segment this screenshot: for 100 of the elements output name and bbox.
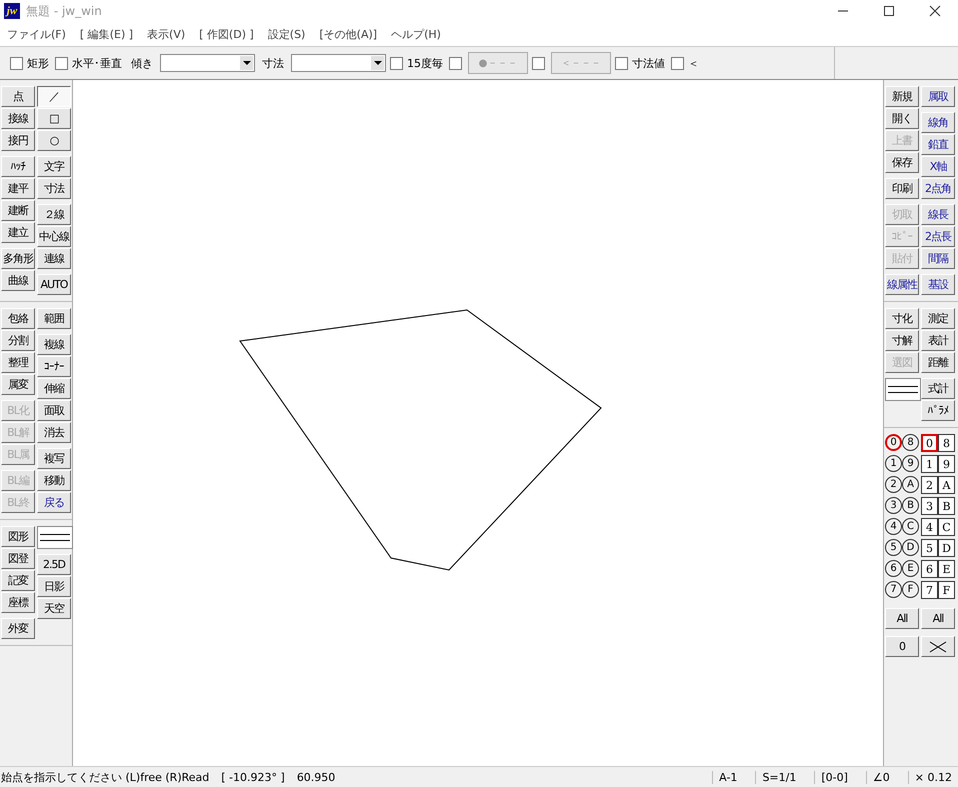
group-zero-button[interactable]: 0	[885, 636, 919, 657]
layer-group-button[interactable]: A	[902, 476, 919, 493]
menu-item[interactable]: 表示(V)	[140, 26, 192, 42]
rotation-readout[interactable]: ∠0	[866, 770, 896, 784]
tool-button[interactable]: 整理	[1, 352, 35, 373]
tool-button[interactable]: 寸化	[885, 308, 919, 329]
tool-button[interactable]: 寸解	[885, 330, 919, 351]
layer-group-button[interactable]: 2	[885, 476, 902, 493]
layer-button[interactable]: E	[938, 560, 955, 578]
all-groups-button[interactable]: All	[885, 608, 919, 629]
tool-button[interactable]: 消去	[37, 422, 71, 443]
layer-group-button[interactable]: B	[902, 497, 919, 514]
tool-button[interactable]: 建断	[1, 200, 35, 221]
tool-button[interactable]: 線長	[921, 204, 955, 225]
tool-button[interactable]: 接線	[1, 108, 35, 129]
layer-group-button[interactable]: 8	[902, 434, 919, 451]
tool-button[interactable]: 戻る	[37, 492, 71, 513]
layer-button[interactable]: C	[938, 518, 955, 536]
layer-button[interactable]: 7	[921, 581, 938, 599]
tool-button[interactable]: 範囲	[37, 308, 71, 329]
tool-button[interactable]: 分割	[1, 330, 35, 351]
layer-button[interactable]: F	[938, 581, 955, 599]
tool-button[interactable]: ○	[37, 130, 71, 151]
tool-button[interactable]: ２線	[37, 204, 71, 225]
tool-button[interactable]: 線角	[921, 112, 955, 133]
tool-button[interactable]: 伸縮	[37, 378, 71, 399]
menu-item[interactable]: 設定(S)	[260, 26, 312, 42]
menu-item[interactable]: ヘルプ(H)	[384, 26, 448, 42]
tool-button[interactable]: 式計	[921, 378, 955, 399]
layer-button[interactable]: B	[938, 497, 955, 515]
tool-button[interactable]: 記変	[1, 570, 35, 591]
layer-button[interactable]: 5	[921, 539, 938, 557]
menu-item[interactable]: [ 作図(D) ]	[192, 26, 261, 42]
tool-button[interactable]: 2点長	[921, 226, 955, 247]
maximize-icon[interactable]	[883, 5, 895, 17]
layer-group-button[interactable]: 4	[885, 518, 902, 535]
menu-item[interactable]: ファイル(F)	[0, 26, 73, 42]
tool-button[interactable]: 間隔	[921, 248, 955, 269]
tool-button[interactable]: 多角形	[1, 248, 35, 269]
paper-size[interactable]: A-1	[712, 770, 744, 784]
tool-button[interactable]: 図形	[1, 526, 35, 547]
tool-button[interactable]: 文字	[37, 156, 71, 177]
layer-group-button[interactable]: 0	[885, 434, 902, 451]
line-style-swatch[interactable]	[885, 378, 921, 401]
tool-button[interactable]: 建立	[1, 222, 35, 243]
checkbox[interactable]	[390, 56, 403, 70]
layer-group-button[interactable]: 7	[885, 581, 902, 598]
checkbox[interactable]	[532, 56, 545, 70]
layer-group-button[interactable]: 9	[902, 455, 919, 472]
scale-readout[interactable]: S=1/1	[755, 770, 802, 784]
tool-button[interactable]: 表計	[921, 330, 955, 351]
tool-button[interactable]: □	[37, 108, 71, 129]
combo-field[interactable]	[291, 54, 386, 72]
tool-button[interactable]: 日影	[37, 576, 71, 597]
tool-button[interactable]: 距離	[921, 352, 955, 373]
combo-field[interactable]	[160, 54, 255, 72]
checkbox[interactable]	[449, 56, 462, 70]
tool-button[interactable]: 複線	[37, 334, 71, 355]
zoom-readout[interactable]: × 0.12	[908, 770, 958, 784]
layer-button[interactable]: 3	[921, 497, 938, 515]
layer-button[interactable]: A	[938, 476, 955, 494]
tool-button[interactable]: 2点角	[921, 178, 955, 199]
tool-button[interactable]: 2.5D	[37, 554, 71, 575]
layer-button[interactable]: 8	[938, 434, 955, 452]
tool-button[interactable]: 点	[1, 86, 35, 107]
checkbox[interactable]	[671, 56, 684, 70]
layer-button[interactable]: 2	[921, 476, 938, 494]
tool-button[interactable]: 鉛直	[921, 134, 955, 155]
tool-button[interactable]: 連線	[37, 248, 71, 269]
tool-button[interactable]: X軸	[921, 156, 955, 177]
layer-group-button[interactable]: 5	[885, 539, 902, 556]
tool-button[interactable]: 座標	[1, 592, 35, 613]
tool-button[interactable]: 接円	[1, 130, 35, 151]
tool-button[interactable]: 外変	[1, 618, 35, 639]
layer-button[interactable]: 9	[938, 455, 955, 473]
tool-button[interactable]: ﾊｯﾁ	[1, 156, 35, 177]
tool-button[interactable]: 複写	[37, 448, 71, 469]
tool-button[interactable]: 移動	[37, 470, 71, 491]
tool-button[interactable]: 中心線	[37, 226, 71, 247]
clear-button[interactable]	[921, 636, 955, 657]
menu-item[interactable]: [その他(A)]	[312, 26, 384, 42]
layer-group-button[interactable]: 3	[885, 497, 902, 514]
tool-button[interactable]: 開く	[885, 108, 919, 129]
checkbox[interactable]	[10, 56, 23, 70]
checkbox[interactable]	[55, 56, 68, 70]
tool-button[interactable]: ／	[37, 86, 71, 107]
layer-button[interactable]: 0	[921, 434, 938, 452]
layer-group-button[interactable]: F	[902, 581, 919, 598]
layer-group-button[interactable]: 6	[885, 560, 902, 577]
layer-button[interactable]: D	[938, 539, 955, 557]
layer-group-button[interactable]: E	[902, 560, 919, 577]
tool-button[interactable]: ｺｰﾅｰ	[37, 356, 71, 377]
tool-button[interactable]: 線属性	[885, 274, 919, 295]
tool-button[interactable]: 属取	[921, 86, 955, 107]
all-layers-button[interactable]: All	[921, 608, 955, 629]
layer-button[interactable]: 4	[921, 518, 938, 536]
tool-button[interactable]: 図登	[1, 548, 35, 569]
layer-group-button[interactable]: 1	[885, 455, 902, 472]
layer-group-button[interactable]: D	[902, 539, 919, 556]
tool-button[interactable]: 面取	[37, 400, 71, 421]
